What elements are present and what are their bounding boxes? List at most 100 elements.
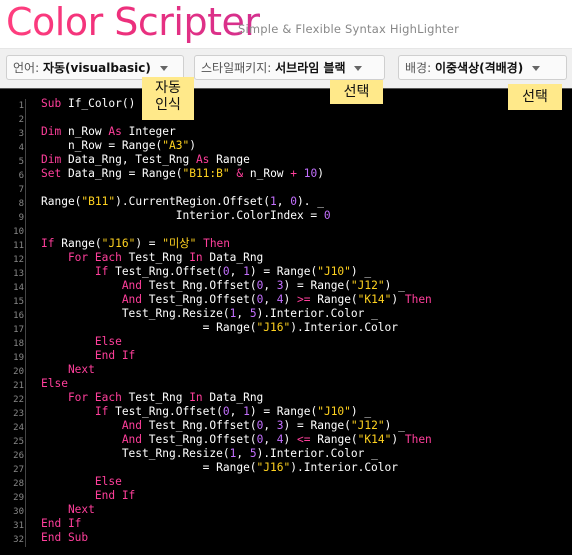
code-token: 0: [222, 265, 230, 278]
code-token: Next: [41, 363, 95, 376]
line-number: 2: [18, 115, 24, 125]
line-number: 7: [18, 185, 24, 195]
code-token: End If: [41, 517, 82, 530]
line-number: 29: [13, 493, 24, 503]
code-area[interactable]: Sub If_Color() Dim n_Row As Integer n_Ro…: [41, 97, 432, 545]
code-line: If Test_Rng.Offset(0, 1) = Range("J10") …: [41, 265, 432, 279]
code-token: Test_Rng: [128, 391, 190, 404]
code-line: = Range("J16").Interior.Color: [41, 321, 432, 335]
code-token: ) = Range(: [249, 405, 318, 418]
code-token: Sub: [41, 97, 68, 110]
code-line: Set Data_Rng = Range("B11:B" & n_Row + 1…: [41, 167, 432, 181]
code-token: 0: [222, 405, 230, 418]
code-token: 4: [276, 293, 284, 306]
code-token: ) _: [350, 265, 372, 278]
code-token: Range(: [310, 433, 358, 446]
line-number: 12: [13, 255, 24, 265]
code-token: ) _: [384, 419, 405, 432]
code-token: And: [41, 293, 149, 306]
code-token: ).Interior.Color: [290, 461, 399, 474]
style-package-value: 서브라임 블랙: [275, 61, 346, 75]
code-token: End If: [41, 489, 136, 502]
code-token: In: [189, 251, 210, 264]
line-number: 19: [13, 353, 24, 363]
code-token: = Range(: [41, 321, 257, 334]
code-token: ). _: [297, 195, 324, 208]
code-line: Else: [41, 475, 432, 489]
code-token: Next: [41, 503, 95, 516]
code-token: "B11:B": [182, 167, 230, 180]
code-token: "J16": [101, 237, 136, 250]
language-label: 언어:: [13, 61, 40, 75]
code-token: ,: [263, 419, 277, 432]
code-token: ): [391, 293, 405, 306]
code-token: Test_Rng.Offset(: [115, 405, 223, 418]
code-token: ,: [276, 195, 291, 208]
code-token: "J10": [317, 405, 351, 418]
code-token: ): [391, 433, 405, 446]
annotation-auto-detect: 자동 인식: [142, 77, 194, 120]
code-token: Data_Rng: [209, 391, 264, 404]
chevron-down-icon: [354, 66, 363, 71]
code-line: n_Row = Range("A3"): [41, 139, 432, 153]
line-number: 25: [13, 437, 24, 447]
line-number: 10: [13, 227, 24, 237]
code-line: Else: [41, 377, 432, 391]
code-line: If Range("J16") = "미상" Then: [41, 237, 432, 251]
annotation-select-style: 선택: [330, 80, 383, 104]
style-package-select[interactable]: 스타일패키지: 서브라임 블랙: [194, 55, 385, 80]
line-number: 4: [18, 143, 24, 153]
app-logo[interactable]: Color Scripter: [6, 0, 260, 48]
code-token: Then: [404, 293, 432, 306]
code-token: ,: [263, 279, 277, 292]
code-token: ) _: [384, 279, 405, 292]
code-line: = Range("J16").Interior.Color: [41, 461, 432, 475]
line-number: 23: [13, 409, 24, 419]
code-token: "K14": [357, 433, 392, 446]
line-number: 5: [18, 157, 24, 167]
code-token: ,: [263, 433, 277, 446]
code-token: "B11": [81, 195, 116, 208]
code-line: Interior.ColorIndex = 0: [41, 209, 432, 223]
code-line: End If: [41, 489, 432, 503]
annotation-auto-detect-line2: 인식: [155, 97, 181, 113]
annotation-select-background: 선택: [508, 84, 562, 110]
line-number: 32: [13, 535, 24, 545]
header: Color Scripter Simple & Flexible Syntax …: [0, 0, 572, 48]
code-token: ).CurrentRegion.Offset(: [115, 195, 271, 208]
background-select[interactable]: 배경: 이중색상(격배경): [398, 55, 567, 80]
code-token: 4: [276, 433, 284, 446]
code-token: Test_Rng.Resize(: [41, 307, 230, 320]
code-token: And: [41, 419, 149, 432]
code-token: ) = Range(: [283, 279, 351, 292]
code-token: 5: [249, 307, 257, 320]
code-token: Test_Rng.Offset(: [148, 433, 257, 446]
code-token: 1: [270, 195, 277, 208]
code-token: For Each: [41, 391, 129, 404]
line-number: 14: [13, 283, 24, 293]
line-number: 22: [13, 395, 24, 405]
code-token: Range(: [61, 237, 102, 250]
code-token: Test_Rng.Resize(: [41, 447, 230, 460]
code-token: "J16": [256, 321, 291, 334]
code-token: ,: [236, 447, 250, 460]
code-token: ): [317, 167, 325, 180]
background-value: 이중색상(격배경): [434, 61, 524, 75]
code-token: Set: [41, 167, 68, 180]
line-number: 9: [18, 213, 24, 223]
code-line: End If: [41, 349, 432, 363]
line-number: 8: [18, 199, 24, 209]
code-token: "J10": [317, 265, 351, 278]
code-line: Test_Rng.Resize(1, 5).Interior.Color _: [41, 447, 432, 461]
code-line: And Test_Rng.Offset(0, 4) >= Range("K14"…: [41, 293, 432, 307]
code-token: End Sub: [41, 531, 89, 544]
code-editor[interactable]: 1 2 3 4 5 6 7 8 9 10 11 12 13 14 15 16 17 18 19 20 21 22 23 24 2…: [0, 88, 572, 555]
code-line: And Test_Rng.Offset(0, 3) = Range("J12")…: [41, 279, 432, 293]
code-line: If Test_Rng.Offset(0, 1) = Range("J10") …: [41, 405, 432, 419]
code-token: Test_Rng: [128, 251, 190, 264]
toolbar: 언어: 자동(visualbasic) 스타일패키지: 서브라임 블랙 배경: …: [0, 48, 572, 89]
background-label: 배경:: [405, 61, 432, 75]
line-number: 11: [13, 241, 24, 251]
